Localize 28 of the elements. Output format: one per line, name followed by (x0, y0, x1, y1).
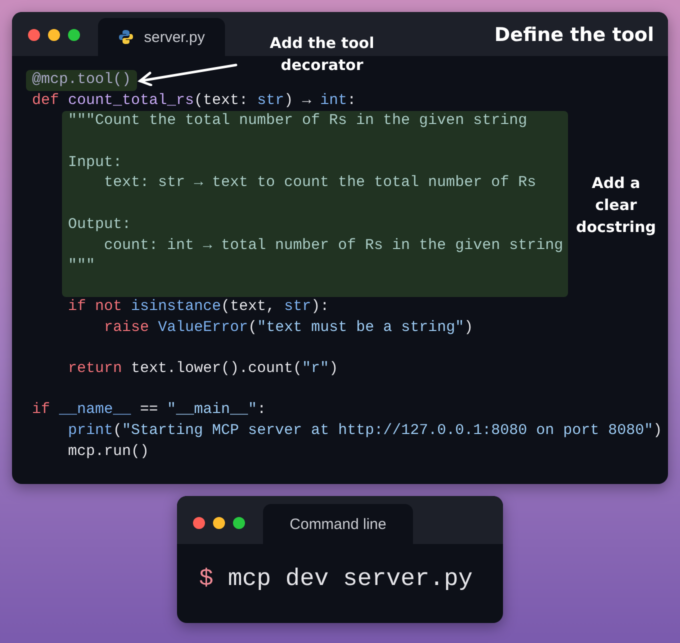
code-line: text: str → text to count the total number of Rs (103, 173, 538, 194)
maximize-button[interactable] (68, 29, 80, 41)
code-line: if __name__ == "__main__": (32, 400, 268, 420)
minimize-button[interactable] (48, 29, 60, 41)
code-line: if not isinstance(text, str): (67, 296, 330, 317)
code-line: raise ValueError("text must be a string") (103, 318, 474, 338)
python-icon (118, 29, 134, 45)
code-line: Output: (68, 214, 132, 235)
close-button[interactable] (193, 517, 205, 530)
decorator-code: @mcp.tool() (26, 70, 138, 91)
code-line: print("Starting MCP server at http://127.0.0.1:8080 on port 8080") (67, 421, 664, 441)
file-tab[interactable]: server.py (98, 18, 225, 56)
minimize-button[interactable] (213, 517, 225, 530)
code-line: mcp.run() (67, 442, 150, 462)
code-line: def count_total_rs(text: str) → int: (32, 90, 358, 111)
annotation-text: Add a clear docstring (575, 173, 657, 238)
code-line: count: int → total number of Rs in the given string (103, 236, 564, 256)
code-line: Input: (68, 152, 124, 173)
terminal-tab[interactable]: Command line (263, 504, 413, 544)
annotation-text: Add the tool decorator (268, 33, 376, 76)
close-button[interactable] (28, 29, 40, 41)
code-line: """ (68, 256, 96, 276)
arrow-icon (136, 62, 238, 86)
code-line: """Count the total number of Rs in the given string (68, 111, 528, 132)
code-line: return text.lower().count("r") (67, 358, 340, 379)
maximize-button[interactable] (233, 517, 245, 530)
command-line: $ mcp dev server.py (198, 565, 474, 596)
slide-heading: Define the tool (494, 24, 654, 46)
